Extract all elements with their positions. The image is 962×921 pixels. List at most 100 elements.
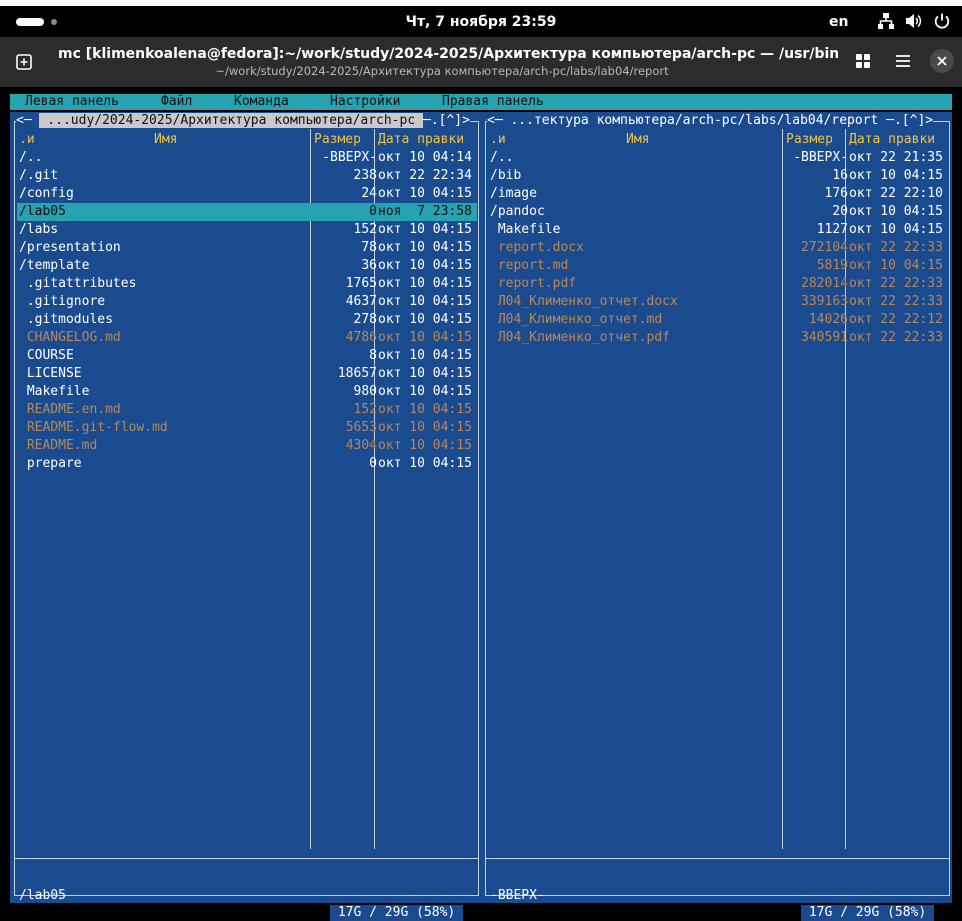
file-size: 152 bbox=[353, 222, 377, 237]
file-row[interactable]: /.. -ВВЕРХ-окт 10 04:14 bbox=[17, 149, 477, 167]
right-col-name[interactable]: Имя bbox=[626, 131, 649, 149]
file-row[interactable]: /config 24 окт 10 04:15 bbox=[17, 185, 477, 203]
left-panel[interactable]: <─ ...udy/2024-2025/Архитектура компьюте… bbox=[10, 112, 481, 921]
file-name: /image bbox=[490, 186, 537, 201]
right-col-size[interactable]: Размер bbox=[786, 131, 833, 149]
file-row[interactable]: /presentation 78 окт 10 04:15 bbox=[17, 239, 477, 257]
file-name: README.git-flow.md bbox=[19, 420, 168, 435]
file-row[interactable]: /.git 238 окт 22 22:34 bbox=[17, 167, 477, 185]
file-row[interactable]: .gitignore 4637 окт 10 04:15 bbox=[17, 293, 477, 311]
left-status-separator bbox=[14, 858, 479, 859]
file-row[interactable]: Makefile 1127 окт 10 04:15 bbox=[488, 221, 948, 239]
file-row[interactable]: CHANGELOG.md 4786 окт 10 04:15 bbox=[17, 329, 477, 347]
file-date: окт 22 22:34 bbox=[378, 168, 472, 183]
file-name: /lab05 bbox=[19, 204, 66, 219]
file-size: 4786 bbox=[345, 330, 377, 345]
file-row[interactable]: README.md 4304 окт 10 04:15 bbox=[17, 437, 477, 455]
file-row[interactable]: COURSE 8 окт 10 04:15 bbox=[17, 347, 477, 365]
right-panel-path[interactable]: ...тектура компьютера/arch-pc/labs/lab04… bbox=[510, 113, 886, 128]
file-name: COURSE bbox=[19, 348, 74, 363]
left-col-date[interactable]: Дата правки bbox=[378, 131, 464, 149]
file-name: Л04_Клименко_отчет.docx bbox=[490, 294, 678, 309]
menu-left-panel[interactable]: Левая панель bbox=[25, 94, 119, 110]
hamburger-menu-icon[interactable] bbox=[886, 44, 920, 78]
file-date: окт 22 22:12 bbox=[849, 312, 943, 327]
menu-command[interactable]: Команда bbox=[234, 94, 289, 110]
file-row[interactable]: Л04_Клименко_отчет.pdf 340591 окт 22 22:33 bbox=[488, 329, 948, 347]
file-date: окт 10 04:15 bbox=[378, 420, 472, 435]
menu-right-panel[interactable]: Правая панель bbox=[442, 94, 544, 110]
file-row[interactable]: report.pdf 282014 окт 22 22:33 bbox=[488, 275, 948, 293]
file-name: /bib bbox=[490, 168, 522, 183]
file-name: /.. bbox=[19, 150, 43, 165]
left-col-size[interactable]: Размер bbox=[314, 131, 361, 149]
file-row[interactable]: /bib 16 окт 10 04:15 bbox=[488, 167, 948, 185]
file-date: ноя 7 23:58 bbox=[378, 204, 472, 219]
file-size: 278 bbox=[353, 312, 377, 327]
file-date: окт 10 04:15 bbox=[849, 258, 943, 273]
menu-settings[interactable]: Настройки bbox=[330, 94, 400, 110]
file-row[interactable]: Л04_Клименко_отчет.md 14026 окт 22 22:12 bbox=[488, 311, 948, 329]
file-date: окт 22 22:33 bbox=[849, 294, 943, 309]
file-row[interactable]: /image 176 окт 22 22:10 bbox=[488, 185, 948, 203]
file-name: .gitignore bbox=[19, 294, 106, 309]
file-size: 0 bbox=[369, 456, 377, 471]
file-row[interactable]: /labs 152 окт 10 04:15 bbox=[17, 221, 477, 239]
file-row[interactable]: Makefile 980 окт 10 04:15 bbox=[17, 383, 477, 401]
right-panel[interactable]: <─ ...тектура компьютера/arch-pc/labs/la… bbox=[481, 112, 952, 921]
file-row[interactable]: README.en.md 152 окт 10 04:15 bbox=[17, 401, 477, 419]
keyboard-language[interactable]: en bbox=[829, 13, 848, 31]
right-col-sort[interactable]: .и bbox=[490, 131, 506, 149]
clock[interactable]: Чт, 7 ноября 23:59 bbox=[0, 13, 962, 31]
power-icon[interactable] bbox=[932, 11, 952, 31]
grid-view-icon[interactable] bbox=[846, 44, 880, 78]
file-size: 282014 bbox=[801, 276, 848, 291]
mc-menu-bar: Левая панель Файл Команда Настройки Прав… bbox=[10, 94, 952, 110]
right-col-date[interactable]: Дата правки bbox=[849, 131, 935, 149]
file-row[interactable]: .gitmodules 278 окт 10 04:15 bbox=[17, 311, 477, 329]
file-size: 36 bbox=[361, 258, 377, 273]
network-icon[interactable] bbox=[876, 11, 896, 31]
file-name: README.en.md bbox=[19, 402, 121, 417]
file-size: 4304 bbox=[345, 438, 377, 453]
file-date: окт 22 22:33 bbox=[849, 276, 943, 291]
file-date: окт 10 04:14 bbox=[378, 150, 472, 165]
file-row[interactable]: /lab05 0 ноя 7 23:58 bbox=[17, 203, 477, 221]
left-panel-title: <─ ...udy/2024-2025/Архитектура компьюте… bbox=[16, 113, 470, 129]
system-top-bar: Чт, 7 ноября 23:59 en bbox=[0, 6, 962, 37]
file-size: 340591 bbox=[801, 330, 848, 345]
file-row[interactable]: README.git-flow.md 5653 окт 10 04:15 bbox=[17, 419, 477, 437]
file-name: Makefile bbox=[19, 384, 90, 399]
menu-file[interactable]: Файл bbox=[161, 94, 192, 110]
terminal-titlebar: mc [klimenkoalena@fedora]:~/work/study/2… bbox=[0, 37, 962, 87]
file-row[interactable]: /template 36 окт 10 04:15 bbox=[17, 257, 477, 275]
file-date: окт 10 04:15 bbox=[378, 258, 472, 273]
file-date: окт 10 04:15 bbox=[378, 402, 472, 417]
file-name: LICENSE bbox=[19, 366, 82, 381]
file-size: 18657 bbox=[337, 366, 377, 381]
file-row[interactable]: /pandoc 20 окт 10 04:15 bbox=[488, 203, 948, 221]
file-row[interactable]: prepare 0 окт 10 04:15 bbox=[17, 455, 477, 473]
terminal-area[interactable]: Левая панель Файл Команда Настройки Прав… bbox=[0, 87, 962, 921]
left-col-name[interactable]: Имя bbox=[154, 131, 177, 149]
left-panel-path[interactable]: ...udy/2024-2025/Архитектура компьютера/… bbox=[39, 113, 423, 128]
volume-icon[interactable] bbox=[903, 11, 923, 31]
file-row[interactable]: /.. -ВВЕРХ-окт 22 21:35 bbox=[488, 149, 948, 167]
file-row[interactable]: LICENSE 18657 окт 10 04:15 bbox=[17, 365, 477, 383]
file-name: prepare bbox=[19, 456, 82, 471]
file-row[interactable]: report.docx 272104 окт 22 22:33 bbox=[488, 239, 948, 257]
file-date: окт 10 04:15 bbox=[378, 330, 472, 345]
file-date: окт 10 04:15 bbox=[378, 366, 472, 381]
file-date: окт 10 04:15 bbox=[378, 312, 472, 327]
file-name: README.md bbox=[19, 438, 98, 453]
file-name: CHANGELOG.md bbox=[19, 330, 121, 345]
file-row[interactable]: report.md 5819 окт 10 04:15 bbox=[488, 257, 948, 275]
close-window-button[interactable] bbox=[930, 49, 954, 73]
file-size: 8 bbox=[369, 348, 377, 363]
file-date: окт 10 04:15 bbox=[849, 222, 943, 237]
file-row[interactable]: Л04_Клименко_отчет.docx 339163 окт 22 22:3… bbox=[488, 293, 948, 311]
left-col-sort[interactable]: .и bbox=[19, 131, 35, 149]
file-size: -ВВЕРХ- bbox=[322, 150, 377, 165]
file-row[interactable]: .gitattributes 1765 окт 10 04:15 bbox=[17, 275, 477, 293]
file-name: .gitattributes bbox=[19, 276, 137, 291]
